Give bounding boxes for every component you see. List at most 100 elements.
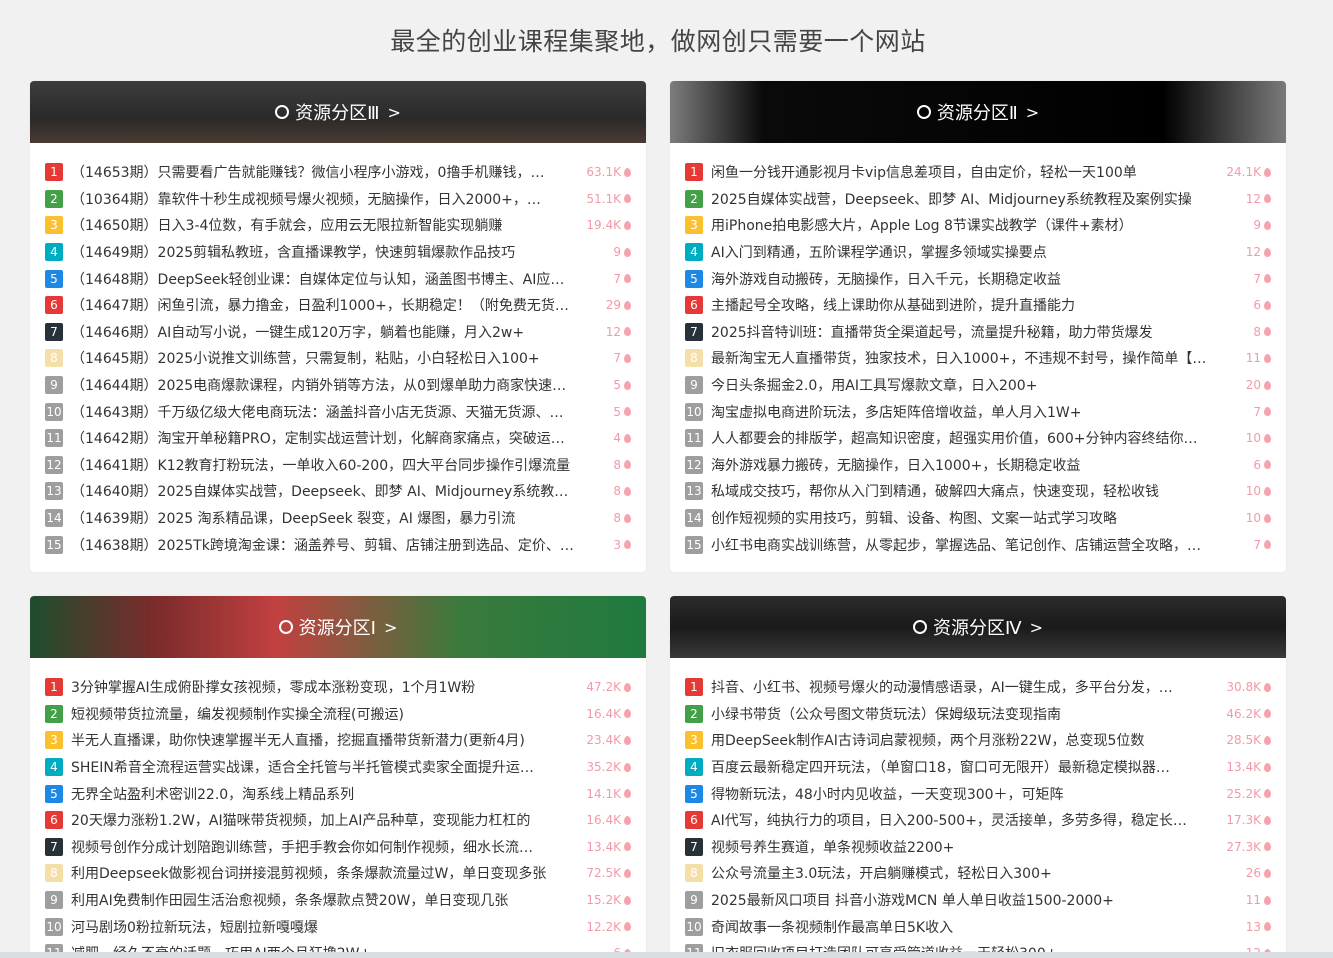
list-item[interactable]: 5 无界全站盈利术密训22.0，淘系线上精品系列 14.1K xyxy=(45,780,631,807)
item-title[interactable]: 今日头条掘金2.0，用AI工具写爆款文章，日入200+ xyxy=(711,375,1240,395)
item-title[interactable]: （14643期）千万级亿级大佬电商玩法：涵盖抖音小店无货源、天猫无货源、… xyxy=(71,402,607,422)
list-item[interactable]: 13 私域成交技巧，帮你从入门到精通，破解四大痛点，快速变现，轻松收钱 10 xyxy=(685,478,1271,505)
item-title[interactable]: 小红书电商实战训练营，从零起步，掌握选品、笔记创作、店铺运营全攻略，… xyxy=(711,535,1247,555)
item-title[interactable]: （14650期）日入3-4位数，有手就会，应用云无限拉新智能实现躺赚 xyxy=(71,215,580,235)
list-item[interactable]: 8 最新淘宝无人直播带货，独家技术，日入1000+，不违规不封号，操作简单【… 11 xyxy=(685,345,1271,372)
list-item[interactable]: 5 （14648期）DeepSeek轻创业课：自媒体定位与认知，涵盖图书博主、AI… xyxy=(45,265,631,292)
list-item[interactable]: 6 AI代写，纯执行力的项目，日入200-500+，灵活接单，多劳多得，稳定长… 1… xyxy=(685,807,1271,834)
item-title[interactable]: 主播起号全攻略，线上课助你从基础到进阶，提升直播能力 xyxy=(711,295,1247,315)
item-title[interactable]: 人人都要会的排版学，超高知识密度，超强实用价值，600+分钟内容终结你… xyxy=(711,428,1240,448)
list-item[interactable]: 1 （14653期）只需要看广告就能赚钱？微信小程序小游戏，0撸手机赚钱，… 63.… xyxy=(45,159,631,186)
item-title[interactable]: 闲鱼一分钱开通影视月卡vip信息差项目，自由定价，轻松一天100单 xyxy=(711,162,1220,182)
item-title[interactable]: 2025抖音特训班：直播带货全渠道起号，流量提升秘籍，助力带货爆发 xyxy=(711,322,1247,342)
item-title[interactable]: SHEIN希音全流程运营实战课，适合全托管与半托管模式卖家全面提升运… xyxy=(71,757,580,777)
item-title[interactable]: 公众号流量主3.0玩法，开启躺赚模式，轻松日入300+ xyxy=(711,863,1240,883)
item-title[interactable]: 利用AI免费制作田园生活治愈视频，条条爆款点赞20W，单日变现几张 xyxy=(71,890,580,910)
list-item[interactable]: 10 淘宝虚拟电商进阶玩法，多店矩阵倍增收益，单人月入1W+ 7 xyxy=(685,398,1271,425)
list-item[interactable]: 8 利用Deepseek做影视台词拼接混剪视频，条条爆款流量过W，单日变现多张 72… xyxy=(45,860,631,887)
item-title[interactable]: 河马剧场0粉拉新玩法，短剧拉新嘎嘎爆 xyxy=(71,917,580,937)
list-item[interactable]: 7 2025抖音特训班：直播带货全渠道起号，流量提升秘籍，助力带货爆发 8 xyxy=(685,319,1271,346)
list-item[interactable]: 4 （14649期）2025剪辑私教班，含直播课教学，快速剪辑爆款作品技巧 9 xyxy=(45,239,631,266)
list-item[interactable]: 7 视频号创作分成计划陪跑训练营，手把手教会你如何制作视频，细水长流… 13.4K xyxy=(45,834,631,861)
item-title[interactable]: 海外游戏暴力搬砖，无脑操作，日入1000+，长期稳定收益 xyxy=(711,455,1247,475)
item-title[interactable]: （10364期）靠软件十秒生成视频号爆火视频，无脑操作，日入2000+，… xyxy=(71,189,580,209)
item-title[interactable]: （14649期）2025剪辑私教班，含直播课教学，快速剪辑爆款作品技巧 xyxy=(71,242,607,262)
item-title[interactable]: 淘宝虚拟电商进阶玩法，多店矩阵倍增收益，单人月入1W+ xyxy=(711,402,1247,422)
list-item[interactable]: 3 用DeepSeek制作AI古诗词启蒙视频，两个月涨粉22W，总变现5位数 28.… xyxy=(685,727,1271,754)
list-item[interactable]: 2 小绿书带货（公众号图文带货玩法）保姆级玩法变现指南 46.2K xyxy=(685,701,1271,728)
panel-header[interactable]: 资源分区Ⅲ > xyxy=(30,81,646,143)
item-title[interactable]: （14645期）2025小说推文训练营，只需复制，粘贴，小白轻松日入100+ xyxy=(71,348,607,368)
item-title[interactable]: （14642期）淘宝开单秘籍PRO，定制实战运营计划，化解商家痛点，突破运… xyxy=(71,428,607,448)
panel-header[interactable]: 资源分区Ⅰ > xyxy=(30,596,646,658)
item-title[interactable]: 抖音、小红书、视频号爆火的动漫情感语录，AI一键生成，多平台分发，… xyxy=(711,677,1220,697)
list-item[interactable]: 3 半无人直播课，助你快速掌握半无人直播，挖掘直播带货新潜力(更新4月) 23.4K xyxy=(45,727,631,754)
item-title[interactable]: 无界全站盈利术密训22.0，淘系线上精品系列 xyxy=(71,784,580,804)
item-title[interactable]: 奇闻故事一条视频制作最高单日5K收入 xyxy=(711,917,1240,937)
list-item[interactable]: 9 2025最新风口项目 抖音小游戏MCN 单人单日收益1500-2000+ 11 xyxy=(685,887,1271,914)
item-title[interactable]: 半无人直播课，助你快速掌握半无人直播，挖掘直播带货新潜力(更新4月) xyxy=(71,730,580,750)
list-item[interactable]: 9 今日头条掘金2.0，用AI工具写爆款文章，日入200+ 20 xyxy=(685,372,1271,399)
item-title[interactable]: 利用Deepseek做影视台词拼接混剪视频，条条爆款流量过W，单日变现多张 xyxy=(71,863,580,883)
item-title[interactable]: （14648期）DeepSeek轻创业课：自媒体定位与认知，涵盖图书博主、AI应… xyxy=(71,269,607,289)
list-item[interactable]: 2 2025自媒体实战营，Deepseek、即梦 AI、Midjourney系统教… xyxy=(685,186,1271,213)
list-item[interactable]: 10 奇闻故事一条视频制作最高单日5K收入 13 xyxy=(685,913,1271,940)
item-title[interactable]: 最新淘宝无人直播带货，独家技术，日入1000+，不违规不封号，操作简单【… xyxy=(711,348,1240,368)
list-item[interactable]: 7 视频号养生赛道，单条视频收益2200+ 27.3K xyxy=(685,834,1271,861)
item-title[interactable]: AI代写，纯执行力的项目，日入200-500+，灵活接单，多劳多得，稳定长… xyxy=(711,810,1220,830)
item-title[interactable]: 用iPhone拍电影感大片，Apple Log 8节课实战教学（课件+素材） xyxy=(711,215,1247,235)
list-item[interactable]: 11 （14642期）淘宝开单秘籍PRO，定制实战运营计划，化解商家痛点，突破运…… xyxy=(45,425,631,452)
item-title[interactable]: （14639期）2025 淘系精品课，DeepSeek 裂变，AI 爆图，暴力引… xyxy=(71,508,607,528)
list-item[interactable]: 15 小红书电商实战训练营，从零起步，掌握选品、笔记创作、店铺运营全攻略，… 7 xyxy=(685,531,1271,558)
list-item[interactable]: 1 抖音、小红书、视频号爆火的动漫情感语录，AI一键生成，多平台分发，… 30.8K xyxy=(685,674,1271,701)
item-title[interactable]: （14641期）K12教育打粉玩法，一单收入60-200，四大平台同步操作引爆流… xyxy=(71,455,607,475)
list-item[interactable]: 12 （14641期）K12教育打粉玩法，一单收入60-200，四大平台同步操作引… xyxy=(45,452,631,479)
list-item[interactable]: 14 创作短视频的实用技巧，剪辑、设备、构图、文案一站式学习攻略 10 xyxy=(685,505,1271,532)
list-item[interactable]: 5 得物新玩法，48小时内见收益，一天变现300＋，可矩阵 25.2K xyxy=(685,780,1271,807)
item-title[interactable]: 2025最新风口项目 抖音小游戏MCN 单人单日收益1500-2000+ xyxy=(711,890,1240,910)
list-item[interactable]: 3 用iPhone拍电影感大片，Apple Log 8节课实战教学（课件+素材） 9 xyxy=(685,212,1271,239)
item-title[interactable]: （14644期）2025电商爆款课程，内销外销等方法，从0到爆单助力商家快速… xyxy=(71,375,607,395)
item-title[interactable]: 短视频带货拉流量，编发视频制作实操全流程(可搬运) xyxy=(71,704,580,724)
list-item[interactable]: 12 海外游戏暴力搬砖，无脑操作，日入1000+，长期稳定收益 6 xyxy=(685,452,1271,479)
list-item[interactable]: 2 短视频带货拉流量，编发视频制作实操全流程(可搬运) 16.4K xyxy=(45,701,631,728)
item-title[interactable]: 百度云最新稳定四开玩法，（单窗口18，窗口可无限开）最新稳定模拟器… xyxy=(711,757,1220,777)
list-item[interactable]: 11 人人都要会的排版学，超高知识密度，超强实用价值，600+分钟内容终结你… 10 xyxy=(685,425,1271,452)
item-title[interactable]: 小绿书带货（公众号图文带货玩法）保姆级玩法变现指南 xyxy=(711,704,1220,724)
item-title[interactable]: 用DeepSeek制作AI古诗词启蒙视频，两个月涨粉22W，总变现5位数 xyxy=(711,730,1220,750)
item-title[interactable]: 创作短视频的实用技巧，剪辑、设备、构图、文案一站式学习攻略 xyxy=(711,508,1240,528)
list-item[interactable]: 6 20天爆力涨粉1.2W，AI猫咪带货视频，加上AI产品种草，变现能力杠杠的 16… xyxy=(45,807,631,834)
list-item[interactable]: 10 （14643期）千万级亿级大佬电商玩法：涵盖抖音小店无货源、天猫无货源、… 5 xyxy=(45,398,631,425)
list-item[interactable]: 9 利用AI免费制作田园生活治愈视频，条条爆款点赞20W，单日变现几张 15.2K xyxy=(45,887,631,914)
list-item[interactable]: 8 公众号流量主3.0玩法，开启躺赚模式，轻松日入300+ 26 xyxy=(685,860,1271,887)
list-item[interactable]: 2 （10364期）靠软件十秒生成视频号爆火视频，无脑操作，日入2000+，… 51… xyxy=(45,186,631,213)
item-title[interactable]: （14653期）只需要看广告就能赚钱？微信小程序小游戏，0撸手机赚钱，… xyxy=(71,162,580,182)
item-title[interactable]: （14640期）2025自媒体实战营，Deepseek、即梦 AI、Midjou… xyxy=(71,481,607,501)
list-item[interactable]: 6 主播起号全攻略，线上课助你从基础到进阶，提升直播能力 6 xyxy=(685,292,1271,319)
item-title[interactable]: （14638期）2025Tk跨境淘金课：涵盖养号、剪辑、店铺注册到选品、定价、… xyxy=(71,535,607,555)
item-title[interactable]: 私域成交技巧，帮你从入门到精通，破解四大痛点，快速变现，轻松收钱 xyxy=(711,481,1240,501)
panel-header[interactable]: 资源分区Ⅳ > xyxy=(670,596,1286,658)
item-title[interactable]: AI入门到精通，五阶课程学通识，掌握多领域实操要点 xyxy=(711,242,1240,262)
item-title[interactable]: 3分钟掌握AI生成俯卧撑女孩视频，零成本涨粉变现，1个月1W粉 xyxy=(71,677,580,697)
horizontal-scrollbar[interactable] xyxy=(0,952,1333,958)
item-title[interactable]: 视频号养生赛道，单条视频收益2200+ xyxy=(711,837,1220,857)
list-item[interactable]: 15 （14638期）2025Tk跨境淘金课：涵盖养号、剪辑、店铺注册到选品、定价… xyxy=(45,531,631,558)
list-item[interactable]: 10 河马剧场0粉拉新玩法，短剧拉新嘎嘎爆 12.2K xyxy=(45,913,631,940)
list-item[interactable]: 14 （14639期）2025 淘系精品课，DeepSeek 裂变，AI 爆图，暴… xyxy=(45,505,631,532)
list-item[interactable]: 1 3分钟掌握AI生成俯卧撑女孩视频，零成本涨粉变现，1个月1W粉 47.2K xyxy=(45,674,631,701)
item-title[interactable]: 海外游戏自动搬砖，无脑操作，日入千元，长期稳定收益 xyxy=(711,269,1247,289)
list-item[interactable]: 6 （14647期）闲鱼引流，暴力撸金，日盈利1000+，长期稳定！（附免费无货…… xyxy=(45,292,631,319)
item-title[interactable]: （14647期）闲鱼引流，暴力撸金，日盈利1000+，长期稳定！（附免费无货… xyxy=(71,295,600,315)
list-item[interactable]: 4 AI入门到精通，五阶课程学通识，掌握多领域实操要点 12 xyxy=(685,239,1271,266)
list-item[interactable]: 4 百度云最新稳定四开玩法，（单窗口18，窗口可无限开）最新稳定模拟器… 13.4K xyxy=(685,754,1271,781)
item-title[interactable]: 视频号创作分成计划陪跑训练营，手把手教会你如何制作视频，细水长流… xyxy=(71,837,580,857)
list-item[interactable]: 8 （14645期）2025小说推文训练营，只需复制，粘贴，小白轻松日入100+ 7 xyxy=(45,345,631,372)
list-item[interactable]: 4 SHEIN希音全流程运营实战课，适合全托管与半托管模式卖家全面提升运… 35.2… xyxy=(45,754,631,781)
list-item[interactable]: 5 海外游戏自动搬砖，无脑操作，日入千元，长期稳定收益 7 xyxy=(685,265,1271,292)
item-title[interactable]: （14646期）AI自动写小说，一键生成120万字，躺着也能赚，月入2w+ xyxy=(71,322,600,342)
panel-header[interactable]: 资源分区Ⅱ > xyxy=(670,81,1286,143)
list-item[interactable]: 7 （14646期）AI自动写小说，一键生成120万字，躺着也能赚，月入2w+ 12 xyxy=(45,319,631,346)
item-title[interactable]: 2025自媒体实战营，Deepseek、即梦 AI、Midjourney系统教程… xyxy=(711,189,1240,209)
item-title[interactable]: 20天爆力涨粉1.2W，AI猫咪带货视频，加上AI产品种草，变现能力杠杠的 xyxy=(71,810,580,830)
